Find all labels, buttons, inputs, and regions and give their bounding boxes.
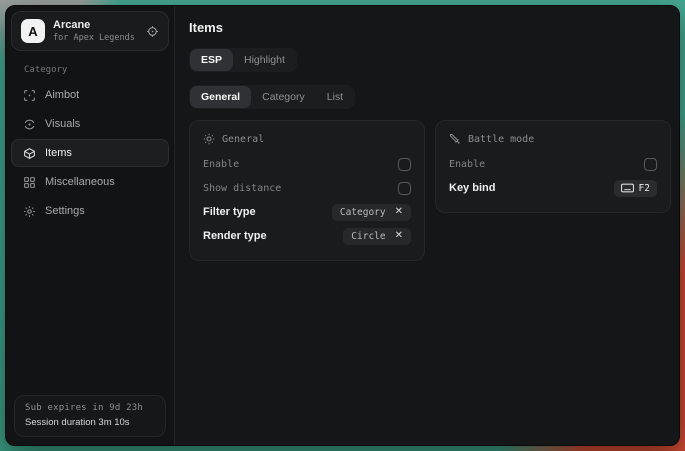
box-icon [23,147,36,160]
sidebar-item-label: Settings [45,205,85,217]
view-tabs: General Category List [189,85,355,109]
tab-list[interactable]: List [316,86,354,108]
category-section-label: Category [24,65,169,75]
battle-mode-panel-header: Battle mode [449,133,657,145]
brand-text: Arcane for Apex Legends [53,19,138,43]
setting-row-show-distance: Show distance [203,176,411,200]
panels-row: General Enable Show distance Filter type… [189,120,671,261]
app-logo: A [21,19,45,43]
close-icon[interactable]: ✕ [395,207,403,217]
sidebar-spacer [11,225,169,395]
sidebar-item-label: Items [45,147,72,159]
setting-label: Enable [449,159,485,170]
sidebar-item-label: Visuals [45,118,80,130]
brand-header: A Arcane for Apex Legends [11,11,169,51]
sidebar-item-settings[interactable]: Settings [11,197,169,225]
close-icon[interactable]: ✕ [395,231,403,241]
battle-enable-checkbox[interactable] [644,158,657,171]
setting-row-key-bind: Key bind F2 [449,176,657,200]
keyboard-icon [621,183,634,193]
render-type-value: Circle [351,231,385,242]
sidebar: A Arcane for Apex Legends Category [6,6,175,445]
eye-target-icon [23,118,36,131]
general-panel-header: General [203,133,411,145]
sidebar-item-aimbot[interactable]: Aimbot [11,81,169,109]
setting-row-battle-enable: Enable [449,152,657,176]
battle-mode-panel: Battle mode Enable Key bind [435,120,671,213]
battle-mode-panel-title: Battle mode [468,134,534,145]
keybind-badge[interactable]: F2 [614,180,657,197]
filter-type-value: Category [340,207,386,218]
gear-icon [23,205,36,218]
session-duration-text: Session duration 3m 10s [25,417,155,428]
app-name: Arcane [53,19,138,33]
session-info-box: Sub expires in 9d 23h Session duration 3… [14,395,166,437]
grid-icon [23,176,36,189]
sidebar-item-miscellaneous[interactable]: Miscellaneous [11,168,169,196]
setting-row-enable: Enable [203,152,411,176]
enable-checkbox[interactable] [398,158,411,171]
setting-row-filter-type: Filter type Category ✕ [203,200,411,224]
keybind-value: F2 [639,183,650,194]
filter-type-chip[interactable]: Category ✕ [332,204,411,221]
tab-category[interactable]: Category [251,86,316,108]
sidebar-item-label: Aimbot [45,89,79,101]
sword-icon [449,133,461,145]
sidebar-item-label: Miscellaneous [45,176,115,188]
sidebar-item-visuals[interactable]: Visuals [11,110,169,138]
app-window: A Arcane for Apex Legends Category [5,5,680,446]
sub-expires-text: Sub expires in 9d 23h [25,403,155,413]
tab-esp[interactable]: ESP [190,49,233,71]
general-panel-title: General [222,134,264,145]
sidebar-item-items[interactable]: Items [11,139,169,167]
setting-label: Filter type [203,206,256,218]
sidebar-nav: Aimbot Visuals Items [11,81,169,225]
crosshair-icon [23,89,36,102]
page-title: Items [189,20,671,35]
mode-tabs: ESP Highlight [189,48,297,72]
target-icon[interactable] [146,25,159,38]
setting-label: Key bind [449,182,495,194]
tab-highlight[interactable]: Highlight [233,49,296,71]
setting-label: Render type [203,230,267,242]
sun-icon [203,133,215,145]
render-type-chip[interactable]: Circle ✕ [343,228,411,245]
tab-general[interactable]: General [190,86,251,108]
setting-label: Enable [203,159,239,170]
general-panel: General Enable Show distance Filter type… [189,120,425,261]
setting-row-render-type: Render type Circle ✕ [203,224,411,248]
show-distance-checkbox[interactable] [398,182,411,195]
setting-label: Show distance [203,183,281,194]
app-subtitle: for Apex Legends [53,33,138,44]
main-content: Items ESP Highlight General Category Lis… [175,6,680,445]
